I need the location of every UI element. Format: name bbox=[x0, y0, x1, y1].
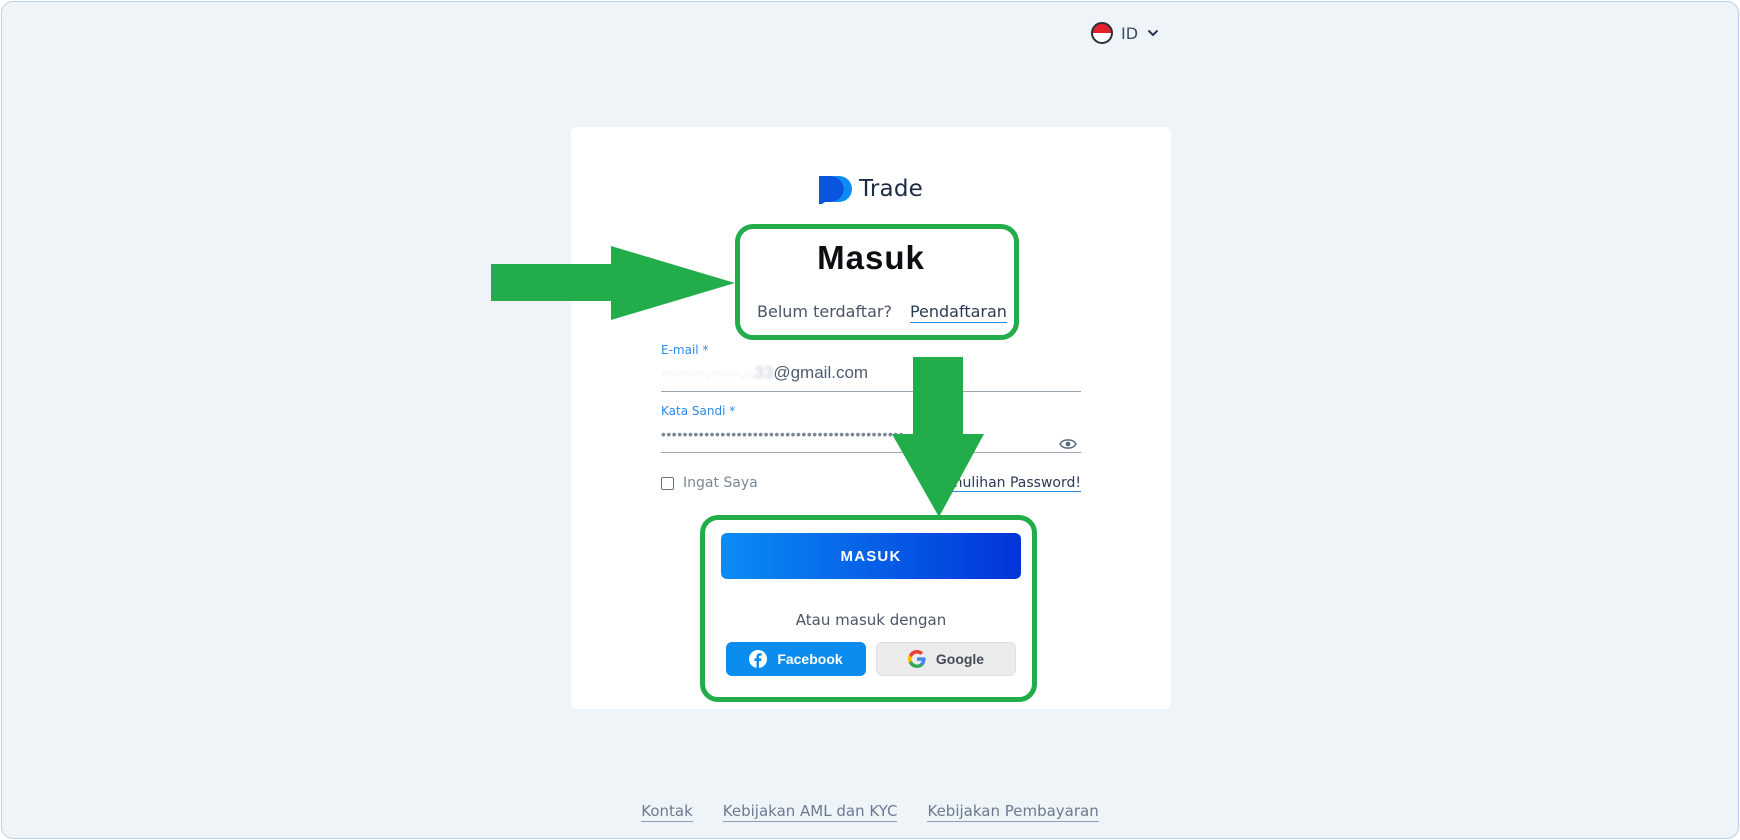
logo-icon bbox=[819, 176, 852, 204]
google-icon bbox=[907, 650, 926, 668]
footer-link-contact[interactable]: Kontak bbox=[641, 802, 693, 822]
facebook-icon bbox=[749, 650, 768, 668]
password-underline bbox=[661, 452, 1081, 453]
page-title: Masuk bbox=[817, 239, 925, 276]
remember-me[interactable]: Ingat Saya bbox=[661, 475, 758, 491]
login-page: ID Trade Masuk Belum terdaftar? Pendafta… bbox=[1, 1, 1739, 839]
password-label: Kata Sandi * bbox=[661, 404, 736, 418]
remember-label: Ingat Saya bbox=[683, 475, 758, 491]
eye-icon[interactable] bbox=[1059, 437, 1077, 451]
google-login-button[interactable]: Google bbox=[876, 642, 1016, 676]
language-code: ID bbox=[1121, 23, 1139, 43]
chevron-down-icon bbox=[1148, 30, 1159, 36]
language-selector[interactable]: ID bbox=[1091, 20, 1160, 46]
alt-login-text: Atau masuk dengan bbox=[795, 611, 947, 629]
signup-row: Belum terdaftar? Pendaftaran bbox=[757, 302, 1007, 323]
footer-link-aml-kyc[interactable]: Kebijakan AML dan KYC bbox=[722, 802, 898, 822]
signup-prompt: Belum terdaftar? bbox=[757, 302, 892, 321]
login-card: Trade Masuk Belum terdaftar? Pendaftaran… bbox=[571, 127, 1171, 709]
footer-links: Kontak Kebijakan AML dan KYC Kebijakan P… bbox=[2, 802, 1738, 822]
email-input[interactable]: ········.·····.·.33@gmail.com bbox=[661, 361, 1081, 385]
footer-link-payment-policy[interactable]: Kebijakan Pembayaran bbox=[927, 802, 1099, 822]
password-recovery-link[interactable]: Pemulihan Password! bbox=[932, 475, 1081, 492]
email-underline bbox=[661, 391, 1081, 392]
flag-indonesia-icon bbox=[1091, 22, 1113, 44]
brand-name: Trade bbox=[859, 176, 923, 202]
login-button[interactable]: MASUK bbox=[721, 533, 1021, 579]
facebook-login-button[interactable]: Facebook bbox=[726, 642, 866, 676]
email-masked-part: ········.·····.·.33 bbox=[661, 363, 774, 382]
remember-checkbox[interactable] bbox=[661, 476, 674, 490]
password-field[interactable]: Kata Sandi * •••••••••••••••••••••••••••… bbox=[661, 404, 1081, 453]
password-input[interactable]: ••••••••••••••••••••••••••••••••••••••••… bbox=[661, 422, 1081, 446]
brand-logo: Trade bbox=[817, 174, 923, 204]
facebook-label: Facebook bbox=[777, 651, 843, 667]
email-label: E-mail * bbox=[661, 343, 709, 357]
signup-link[interactable]: Pendaftaran bbox=[909, 302, 1007, 323]
google-label: Google bbox=[935, 651, 985, 667]
email-domain: @gmail.com bbox=[773, 363, 869, 382]
email-field[interactable]: E-mail * ········.·····.·.33@gmail.com bbox=[661, 343, 1081, 392]
